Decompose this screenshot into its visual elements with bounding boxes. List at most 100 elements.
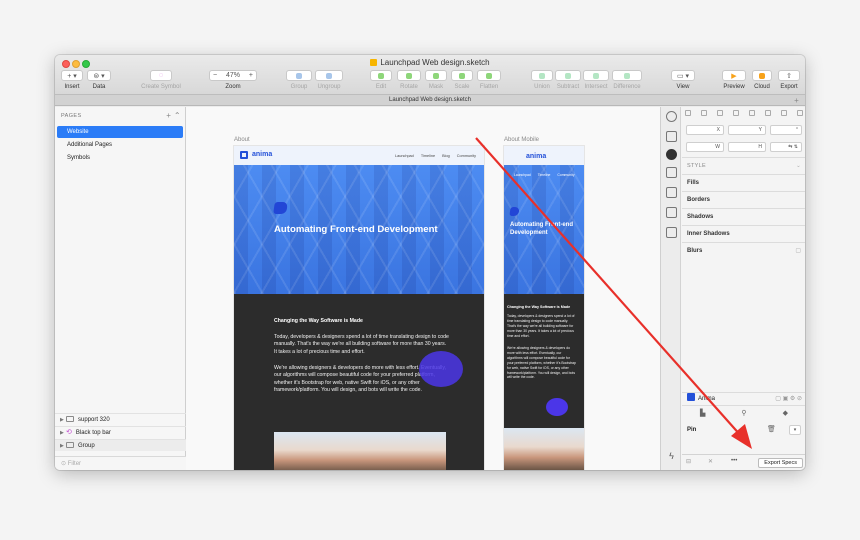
mobile-section-title: Changing the Way Software is Made bbox=[507, 305, 571, 309]
scale-tool[interactable]: Scale bbox=[451, 70, 473, 95]
add-tab-icon[interactable]: + bbox=[792, 96, 801, 105]
borders-section[interactable]: Borders bbox=[682, 191, 805, 208]
canvas[interactable]: About About Mobile anima Launchpad Timel… bbox=[186, 107, 660, 470]
code-tab-icon[interactable]: ◆ bbox=[783, 409, 788, 417]
mask-icon[interactable] bbox=[425, 70, 447, 81]
rotate-tool[interactable]: Rotate bbox=[397, 70, 421, 95]
page-item-symbols[interactable]: Symbols bbox=[57, 152, 183, 164]
union-icon[interactable] bbox=[531, 70, 553, 81]
align-left-icon[interactable] bbox=[685, 110, 691, 116]
ungroup-tool[interactable]: Ungroup bbox=[315, 70, 343, 95]
play-icon[interactable]: ▶ bbox=[722, 70, 746, 81]
inner-shadows-section[interactable]: Inner Shadows bbox=[682, 225, 805, 242]
height-field[interactable]: H bbox=[728, 142, 766, 152]
artboard-label-about[interactable]: About bbox=[234, 137, 250, 143]
zoom-tool[interactable]: − 47% + Zoom bbox=[209, 70, 257, 95]
cloud-icon[interactable] bbox=[752, 70, 772, 81]
anima-plugin-icon[interactable] bbox=[666, 111, 677, 122]
preview-tool[interactable]: ▶ Preview bbox=[722, 70, 746, 95]
close-icon[interactable]: ✕ bbox=[708, 458, 713, 465]
group-icon[interactable] bbox=[286, 70, 312, 81]
delete-icon[interactable]: 🗑 bbox=[767, 425, 776, 433]
subtract-tool[interactable]: Subtract bbox=[555, 70, 581, 95]
pin-dropdown[interactable]: ▾ bbox=[789, 425, 801, 435]
plus-icon[interactable]: + ▾ bbox=[61, 70, 83, 81]
artboard-about-mobile[interactable]: anima Launchpad Timeline Community Autom… bbox=[504, 146, 584, 470]
mask-tool[interactable]: Mask bbox=[425, 70, 447, 95]
layout-tab-icon[interactable]: ▙ bbox=[700, 409, 705, 417]
page-item-additional-pages[interactable]: Additional Pages bbox=[57, 139, 183, 151]
scale-icon[interactable] bbox=[451, 70, 473, 81]
align-center-icon[interactable] bbox=[701, 110, 707, 116]
align-middle-icon[interactable] bbox=[749, 110, 755, 116]
lightning-icon[interactable]: ϟ bbox=[666, 451, 677, 462]
grid-icon[interactable] bbox=[666, 187, 677, 198]
landscape-photo bbox=[274, 432, 446, 470]
subtract-icon[interactable] bbox=[555, 70, 581, 81]
align-right-icon[interactable] bbox=[717, 110, 723, 116]
zoom-out-icon[interactable]: − bbox=[213, 72, 217, 79]
mobile-hero-title: Automating Front-end Development bbox=[510, 222, 573, 236]
align-top-icon[interactable] bbox=[733, 110, 739, 116]
create-symbol-tool[interactable]: ◌ Create Symbol bbox=[141, 70, 181, 95]
align-bottom-icon[interactable] bbox=[765, 110, 771, 116]
symbol-icon[interactable]: ◌ bbox=[150, 70, 172, 81]
difference-icon[interactable] bbox=[612, 70, 642, 81]
toolbar: Launchpad Web design.sketch + ▾ Insert ⊜… bbox=[55, 55, 805, 95]
page-item-website[interactable]: Website bbox=[57, 126, 183, 138]
cloud-tool[interactable]: Cloud bbox=[752, 70, 772, 95]
export-tool[interactable]: ⇧ Export bbox=[778, 70, 800, 95]
union-tool[interactable]: Union bbox=[531, 70, 553, 95]
layer-item-group[interactable]: ▶ Group bbox=[55, 439, 186, 451]
edit-tool[interactable]: Edit bbox=[370, 70, 392, 95]
export-preset-icon[interactable]: ⊟ bbox=[686, 458, 691, 465]
distribute-vertical-icon[interactable] bbox=[797, 110, 803, 116]
zoom-in-icon[interactable]: + bbox=[249, 72, 253, 79]
add-page-icon[interactable]: + ⌃ bbox=[166, 111, 181, 120]
anima-symbol-row[interactable]: Anima ▢ ▣ ⚙ ⊘ bbox=[682, 392, 805, 404]
mobile-nav-link: Launchpad bbox=[514, 173, 531, 177]
data-icon[interactable]: ⊜ ▾ bbox=[87, 70, 111, 81]
layout-icon[interactable] bbox=[666, 167, 677, 178]
group-tool[interactable]: Group bbox=[286, 70, 312, 95]
filter-field[interactable]: ⊙ Filter bbox=[55, 456, 186, 470]
intersect-icon[interactable] bbox=[583, 70, 609, 81]
y-field[interactable]: Y bbox=[728, 125, 766, 135]
flatten-icon[interactable] bbox=[477, 70, 501, 81]
layer-item-black-top-bar[interactable]: ▶ ⟲ Black top bar bbox=[55, 426, 186, 438]
width-field[interactable]: W bbox=[686, 142, 724, 152]
layout-toggle-icons[interactable]: ▢ ▣ ⚙ ⊘ bbox=[775, 393, 802, 405]
distribute-horizontal-icon[interactable] bbox=[781, 110, 787, 116]
intersect-tool[interactable]: Intersect bbox=[583, 70, 609, 95]
upload-icon[interactable] bbox=[666, 131, 677, 142]
shadows-section[interactable]: Shadows bbox=[682, 208, 805, 225]
rotate-icon[interactable] bbox=[397, 70, 421, 81]
blurs-section[interactable]: Blurs ▢ bbox=[682, 242, 805, 259]
resize-icon[interactable] bbox=[666, 207, 677, 218]
flatten-tool[interactable]: Flatten bbox=[477, 70, 501, 95]
ungroup-icon[interactable] bbox=[315, 70, 343, 81]
difference-tool[interactable]: Difference bbox=[612, 70, 642, 95]
settings-icon[interactable] bbox=[666, 149, 677, 160]
more-button[interactable]: ••• bbox=[731, 458, 737, 464]
export-specs-button[interactable]: Export Specs bbox=[758, 458, 803, 468]
data-tool[interactable]: ⊜ ▾ Data bbox=[87, 70, 111, 95]
x-field[interactable]: X bbox=[686, 125, 724, 135]
artboard-label-about-mobile[interactable]: About Mobile bbox=[504, 137, 539, 143]
insert-tool[interactable]: + ▾ Insert bbox=[61, 70, 83, 95]
rotation-field[interactable]: ° bbox=[770, 125, 802, 135]
artboard-about[interactable]: anima Launchpad Timeline Blog Community … bbox=[234, 146, 484, 470]
view-tool[interactable]: ▭ ▾ View bbox=[671, 70, 695, 95]
chevron-down-icon[interactable]: ⌄ bbox=[796, 158, 801, 175]
edit-icon[interactable] bbox=[370, 70, 392, 81]
share-icon[interactable]: ⇧ bbox=[778, 70, 800, 81]
link-tab-icon[interactable]: ⚲ bbox=[741, 409, 746, 417]
document-tab[interactable]: Launchpad Web design.sketch bbox=[389, 97, 471, 103]
zoom-control[interactable]: − 47% + bbox=[209, 70, 257, 81]
layer-item-support-320[interactable]: ▶ support 320 bbox=[55, 413, 186, 425]
flip-buttons[interactable]: ⇆ ⇅ bbox=[770, 142, 802, 152]
checkbox-icon[interactable]: ▢ bbox=[795, 243, 801, 260]
add-image-icon[interactable] bbox=[666, 227, 677, 238]
fills-section[interactable]: Fills bbox=[682, 174, 805, 191]
view-icon[interactable]: ▭ ▾ bbox=[671, 70, 695, 81]
